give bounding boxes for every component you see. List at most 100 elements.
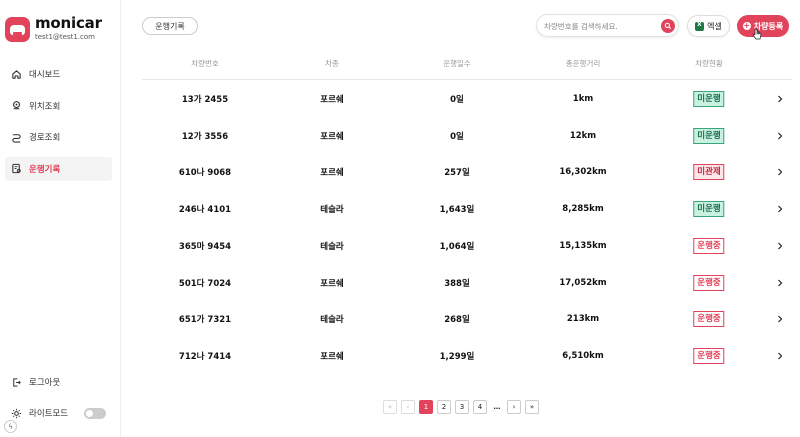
status-badge: 미운행 xyxy=(693,91,725,107)
cell-days: 1,643일 xyxy=(439,205,475,216)
logout-icon xyxy=(10,376,22,388)
logout-button[interactable]: 로그아웃 xyxy=(5,372,112,392)
chevron-right-icon[interactable] xyxy=(776,279,784,287)
prev-page-button[interactable]: ‹ xyxy=(401,400,415,414)
route-icon xyxy=(10,131,22,143)
lightning-icon[interactable]: ϟ xyxy=(4,420,17,433)
last-page-button[interactable]: » xyxy=(525,400,539,414)
cell-model: 포르쉐 xyxy=(320,131,344,142)
car-logo-icon xyxy=(5,16,30,42)
location-icon xyxy=(10,100,22,112)
cell-model: 테슬라 xyxy=(320,315,344,326)
cell-days: 388일 xyxy=(444,278,470,289)
logout-label: 로그아웃 xyxy=(29,378,61,388)
cell-plate: 246나 4101 xyxy=(178,205,232,216)
cell-model: 포르쉐 xyxy=(320,278,344,289)
excel-label: 엑셀 xyxy=(707,21,722,31)
status-badge: 미관제 xyxy=(693,164,725,181)
status-badge: 운행중 xyxy=(693,237,725,254)
sidebar-nav: 대시보드 위치조회 경로조회 운행기록 xyxy=(5,62,112,188)
cell-days: 1,064일 xyxy=(439,241,475,252)
search-icon xyxy=(664,22,672,30)
next-page-button[interactable]: › xyxy=(507,400,521,414)
cell-days: 257일 xyxy=(444,168,470,179)
cell-distance: 15,135km xyxy=(559,240,607,251)
search-button[interactable] xyxy=(661,19,675,33)
chevron-right-icon[interactable] xyxy=(776,205,784,213)
cell-distance: 1km xyxy=(572,94,594,104)
cell-model: 포르쉐 xyxy=(320,95,344,105)
cell-days: 268일 xyxy=(444,315,470,326)
sidebar-item-label: 경로조회 xyxy=(29,133,61,143)
hand-cursor-icon xyxy=(752,28,762,40)
cell-plate: 610나 9068 xyxy=(178,168,232,179)
excel-button[interactable]: 엑셀 xyxy=(687,15,730,37)
chevron-right-icon[interactable] xyxy=(776,315,784,323)
page-button-4[interactable]: 4 xyxy=(473,400,487,414)
status-badge: 운행중 xyxy=(693,347,725,364)
pagination-ellipsis: … xyxy=(491,400,503,414)
table-row[interactable]: 610나 9068 포르쉐 257일 16,302km 미관제 xyxy=(142,157,792,187)
table-row[interactable]: 501다 7024 포르쉐 388일 17,052km 운행중 xyxy=(142,268,792,298)
status-badge: 미운행 xyxy=(693,127,725,144)
sidebar-item-label: 운행기록 xyxy=(29,164,61,175)
page-button-2[interactable]: 2 xyxy=(437,400,451,414)
cell-days: 1,299일 xyxy=(439,351,475,362)
cell-distance: 12km xyxy=(569,130,597,141)
column-header-plate: 차량번호 xyxy=(191,59,219,68)
sidebar-bottom: 로그아웃 라이트모드 xyxy=(5,372,112,434)
lightmode-label: 라이트모드 xyxy=(29,409,69,419)
cell-plate: 365마 9454 xyxy=(178,241,232,252)
lightmode-toggle[interactable] xyxy=(84,407,106,419)
table-row[interactable]: 12가 3556 포르쉐 0일 12km 미운행 xyxy=(142,121,792,151)
cell-days: 0일 xyxy=(450,95,464,105)
add-vehicle-button[interactable]: + 차량등록 xyxy=(737,15,789,37)
table-row[interactable]: 246나 4101 테슬라 1,643일 8,285km 미운행 xyxy=(142,194,792,224)
cell-distance: 213km xyxy=(566,314,600,325)
sidebar-item-record[interactable]: 운행기록 xyxy=(5,156,112,181)
search-box xyxy=(536,14,679,37)
page-button-1[interactable]: 1 xyxy=(419,400,433,414)
table-header: 차량번호 차종 운행일수 총운행거리 차량현황 xyxy=(142,52,792,80)
chevron-right-icon[interactable] xyxy=(776,352,784,360)
cell-model: 테슬라 xyxy=(320,205,344,216)
sidebar-item-location[interactable]: 위치조회 xyxy=(5,94,112,118)
cell-distance: 16,302km xyxy=(559,167,607,178)
column-header-status: 차량현황 xyxy=(695,59,723,68)
sidebar-item-label: 대시보드 xyxy=(29,70,61,80)
sidebar-item-dashboard[interactable]: 대시보드 xyxy=(5,62,112,86)
cell-plate: 13가 2455 xyxy=(181,95,229,105)
user-email: test1@test1.com xyxy=(35,33,95,41)
page-tab[interactable]: 운행기록 xyxy=(142,17,198,35)
search-input[interactable] xyxy=(544,19,656,33)
excel-icon xyxy=(695,20,705,31)
table-row[interactable]: 365마 9454 테슬라 1,064일 15,135km 운행중 xyxy=(142,231,792,261)
brand-name: monicar xyxy=(35,14,102,32)
status-badge: 운행중 xyxy=(693,274,725,291)
chevron-right-icon[interactable] xyxy=(776,168,784,176)
first-page-button[interactable]: « xyxy=(383,400,397,414)
column-header-model: 차종 xyxy=(325,59,339,68)
column-header-distance: 총운행거리 xyxy=(565,59,601,68)
record-icon xyxy=(10,163,22,175)
cell-days: 0일 xyxy=(450,131,464,142)
table-row[interactable]: 651가 7321 테슬라 268일 213km 운행중 xyxy=(142,304,792,334)
table-row[interactable]: 712나 7414 포르쉐 1,299일 6,510km 운행중 xyxy=(142,341,792,371)
status-badge: 운행중 xyxy=(693,311,725,328)
cell-distance: 17,052km xyxy=(559,277,607,288)
cell-model: 포르쉐 xyxy=(320,168,344,179)
cell-distance: 8,285km xyxy=(562,204,604,215)
chevron-right-icon[interactable] xyxy=(776,132,784,140)
chevron-right-icon[interactable] xyxy=(776,242,784,250)
cell-model: 테슬라 xyxy=(320,241,344,252)
home-icon xyxy=(10,68,22,80)
status-badge: 미운행 xyxy=(693,201,725,218)
pagination: « ‹ 1 2 3 4 … › » xyxy=(383,400,543,414)
table-row[interactable]: 13가 2455 포르쉐 0일 1km 미운행 xyxy=(142,84,792,114)
cell-distance: 6,510km xyxy=(562,350,604,361)
brand[interactable]: monicar test1@test1.com xyxy=(5,16,102,42)
column-header-days: 운행일수 xyxy=(443,59,471,68)
page-button-3[interactable]: 3 xyxy=(455,400,469,414)
sidebar-item-route[interactable]: 경로조회 xyxy=(5,125,112,149)
chevron-right-icon[interactable] xyxy=(776,95,784,103)
